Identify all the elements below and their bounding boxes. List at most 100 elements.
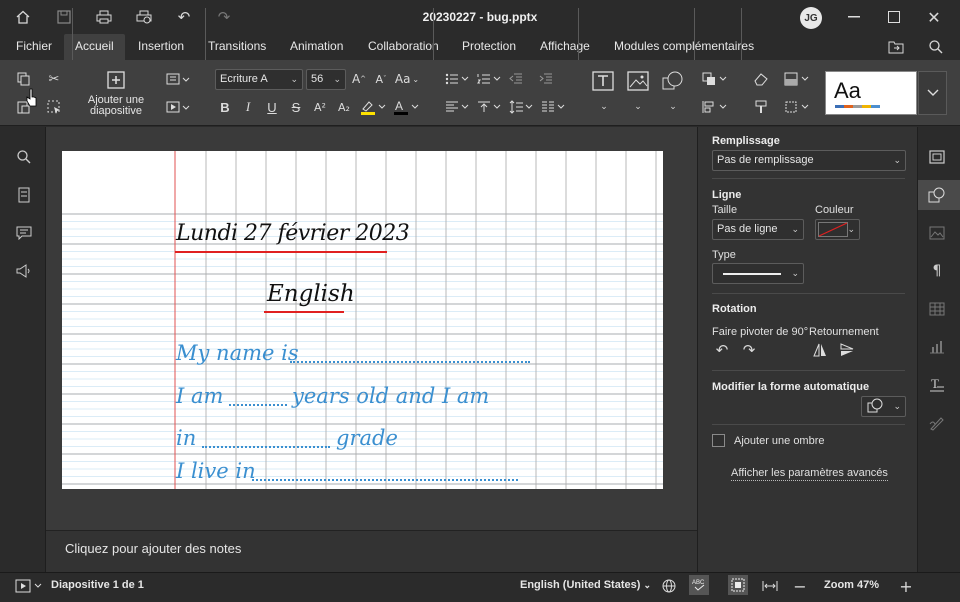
italic-button[interactable]: I: [237, 97, 259, 117]
font-size-select[interactable]: 56 ⌄: [306, 69, 346, 90]
line-grade-a[interactable]: in: [176, 426, 196, 450]
flip-horizontal-icon[interactable]: [811, 342, 829, 358]
select-all-icon[interactable]: [43, 97, 65, 117]
theme-expand-button[interactable]: [918, 71, 947, 115]
minimize-icon[interactable]: [845, 8, 863, 26]
spellcheck-icon[interactable]: ABC: [689, 575, 709, 595]
line-age-b[interactable]: years old and I am: [292, 384, 489, 408]
zoom-out-icon[interactable]: −: [791, 577, 809, 596]
shape-style-icon[interactable]: [782, 97, 812, 117]
tab-animation[interactable]: Animation: [280, 34, 353, 60]
fill-color-icon[interactable]: [782, 69, 812, 89]
maximize-icon[interactable]: [885, 8, 903, 26]
strikethrough-button[interactable]: S: [285, 97, 307, 117]
slide[interactable]: Lundi 27 février 2023 English My name is…: [62, 151, 663, 489]
zoom-in-icon[interactable]: +: [897, 577, 915, 596]
tab-transitions[interactable]: Transitions: [198, 34, 276, 60]
increase-font-button[interactable]: A ^: [348, 69, 370, 89]
flip-label: Retournement: [809, 326, 879, 338]
shape-settings-icon[interactable]: [926, 185, 948, 205]
slide-subject[interactable]: English: [267, 281, 355, 307]
chart-settings-icon[interactable]: [926, 337, 948, 357]
slideshow-dropdown-icon[interactable]: [163, 97, 193, 117]
fit-width-icon[interactable]: [760, 577, 780, 595]
line-live[interactable]: I live in: [176, 459, 256, 483]
language-globe-icon[interactable]: [660, 577, 678, 595]
chevron-down-icon: [927, 89, 938, 96]
flip-vertical-icon[interactable]: [838, 342, 856, 358]
signature-settings-icon[interactable]: [926, 413, 948, 433]
subscript-button[interactable]: A₂: [333, 97, 355, 117]
image-icon[interactable]: [625, 70, 651, 92]
copy-icon[interactable]: [13, 69, 35, 89]
find-icon[interactable]: [14, 147, 34, 167]
font-color-button[interactable]: A: [391, 97, 421, 117]
fit-slide-icon[interactable]: [728, 575, 748, 595]
close-icon[interactable]: ✕: [925, 8, 943, 27]
image-dropdown-icon[interactable]: ⌄: [627, 97, 649, 117]
table-settings-icon[interactable]: [926, 299, 948, 319]
textbox-dropdown-icon[interactable]: ⌄: [593, 97, 615, 117]
textart-settings-icon[interactable]: T: [926, 375, 948, 395]
font-name-select[interactable]: Ecriture A ⌄: [215, 69, 303, 90]
layout-dropdown-icon[interactable]: [163, 69, 193, 89]
vertical-align-icon[interactable]: [475, 97, 503, 117]
slideshow-button[interactable]: [14, 577, 44, 595]
columns-icon[interactable]: [539, 97, 567, 117]
textbox-icon[interactable]: [590, 70, 616, 92]
open-location-icon[interactable]: [886, 38, 906, 56]
tab-collaboration[interactable]: Collaboration: [358, 34, 449, 60]
comments-icon[interactable]: [14, 223, 34, 243]
bullets-dropdown-icon[interactable]: [443, 69, 471, 89]
autoshape-select[interactable]: ⌄: [861, 396, 906, 417]
line-spacing-icon[interactable]: [507, 97, 535, 117]
rotate-left-icon[interactable]: ↶: [713, 341, 731, 359]
increase-indent-icon[interactable]: [535, 69, 557, 89]
line-name[interactable]: My name is: [176, 341, 299, 365]
line-color-select[interactable]: ⌄: [815, 219, 860, 240]
advanced-settings-link[interactable]: Afficher les paramètres avancés: [731, 467, 888, 481]
format-painter-icon[interactable]: [750, 97, 772, 117]
highlight-color-button[interactable]: [358, 97, 388, 117]
rotate-right-icon[interactable]: ↷: [740, 341, 758, 359]
slide-date[interactable]: Lundi 27 février 2023: [176, 221, 410, 246]
line-age-a[interactable]: I am: [176, 384, 223, 408]
line-type-select[interactable]: ⌄: [712, 263, 804, 284]
notes-placeholder[interactable]: Cliquez pour ajouter des notes: [65, 541, 241, 556]
shape-icon[interactable]: [660, 70, 686, 92]
language-selector[interactable]: English (United States) ⌄: [520, 579, 651, 591]
add-slide-icon[interactable]: [105, 70, 127, 90]
image-settings-icon[interactable]: [926, 223, 948, 243]
eraser-icon[interactable]: [750, 69, 772, 89]
tab-accueil[interactable]: Accueil: [64, 34, 125, 60]
search-icon[interactable]: [926, 38, 946, 56]
arrange-icon[interactable]: [700, 69, 730, 89]
decrease-indent-icon[interactable]: [505, 69, 527, 89]
add-slide-label-2: diapositive: [90, 105, 142, 117]
align-shapes-icon[interactable]: [700, 97, 730, 117]
slide-settings-icon[interactable]: [926, 147, 948, 167]
bold-button[interactable]: B: [214, 97, 236, 117]
shape-dropdown-icon[interactable]: ⌄: [662, 97, 684, 117]
change-case-button[interactable]: Aa ⌄: [393, 69, 421, 89]
align-dropdown-icon[interactable]: [443, 97, 471, 117]
tab-fichier[interactable]: Fichier: [6, 34, 62, 60]
decrease-font-button[interactable]: Aˇ: [370, 69, 392, 89]
shadow-checkbox[interactable]: [712, 434, 725, 447]
paragraph-settings-icon[interactable]: ¶: [926, 261, 948, 281]
tab-protection[interactable]: Protection: [452, 34, 526, 60]
line-grade-b[interactable]: grade: [336, 426, 398, 450]
add-slide-button[interactable]: Ajouter une diapositive: [80, 95, 152, 117]
theme-preview[interactable]: Aa: [825, 71, 917, 115]
thumbnails-icon[interactable]: [14, 185, 34, 205]
superscript-button[interactable]: A²: [309, 97, 331, 117]
fill-select[interactable]: Pas de remplissage ⌄: [712, 150, 906, 171]
numbering-dropdown-icon[interactable]: [475, 69, 503, 89]
tab-insertion[interactable]: Insertion: [128, 34, 194, 60]
line-size-select[interactable]: Pas de ligne ⌄: [712, 219, 804, 240]
cut-icon[interactable]: ✂: [43, 69, 65, 89]
underline-button[interactable]: U: [261, 97, 283, 117]
tab-affichage[interactable]: Affichage: [530, 34, 600, 60]
announcement-icon[interactable]: [14, 261, 34, 281]
user-avatar[interactable]: JG: [800, 7, 822, 29]
